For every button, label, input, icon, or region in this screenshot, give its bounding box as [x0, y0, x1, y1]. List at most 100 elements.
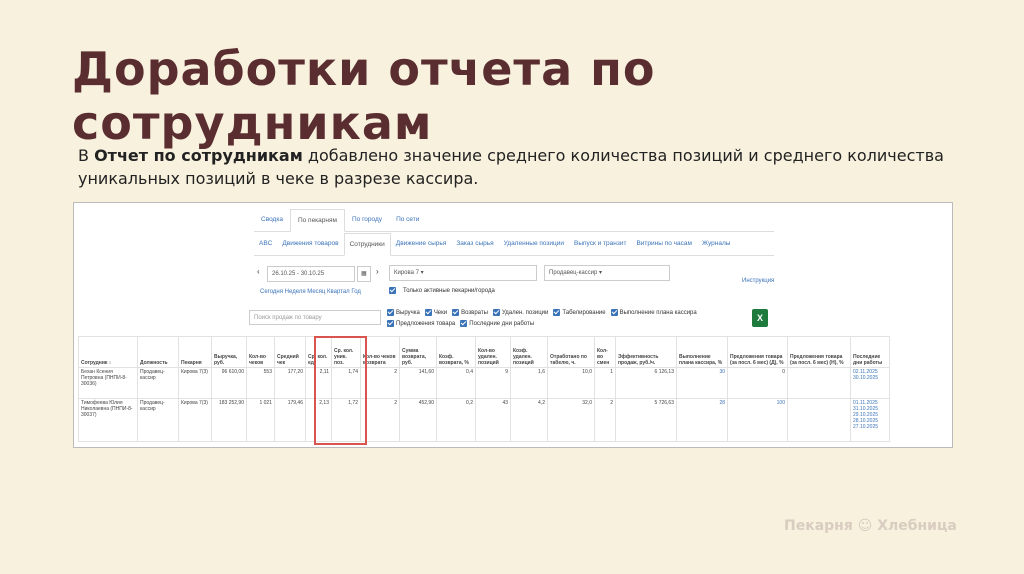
check-icon — [424, 309, 432, 316]
col-position: Должность — [137, 336, 179, 368]
cell-deleted-count: 43 — [475, 398, 511, 442]
cell-deleted-count: 9 — [475, 367, 511, 399]
cell-hours: 32,0 — [547, 398, 595, 442]
check-icon — [387, 320, 394, 327]
check-icon — [452, 309, 460, 316]
check-icon — [492, 309, 500, 316]
chevron-right-icon[interactable]: › — [376, 267, 379, 276]
tab-raw-order[interactable]: Заказ сырья — [451, 233, 498, 255]
tab-output-transit[interactable]: Выпуск и транзит — [569, 233, 631, 255]
checkbox-row-2: Предложения товара Последние дни работы — [387, 320, 534, 327]
check-returns[interactable]: Возвраты — [452, 309, 488, 316]
cell-bakery: Кирова 7(3) — [178, 398, 212, 442]
tab-showcases[interactable]: Витрины по часам — [631, 233, 697, 255]
nav-tabs-secondary: ABC Движения товаров Сотрудники Движение… — [254, 233, 774, 256]
cell-offers-n — [787, 367, 851, 399]
employees-report-table: Сотрудник ↕ Должность Пекарня Выручка, р… — [78, 336, 890, 442]
check-timesheet[interactable]: Табелирование — [553, 309, 606, 317]
tab-journals[interactable]: Журналы — [697, 233, 735, 255]
col-revenue: Выручка, руб. — [211, 336, 247, 368]
only-active-checkbox[interactable]: Только активные пекарни/города — [389, 287, 495, 294]
check-plan[interactable]: Выполнение плана кассира — [610, 309, 697, 317]
tab-employees[interactable]: Сотрудники — [343, 233, 391, 256]
check-label: Удален. позиции — [501, 310, 549, 317]
role-select[interactable]: Продавец-кассир ▾ — [544, 265, 670, 281]
check-label: Табелирование — [562, 310, 606, 317]
period-links[interactable]: Сегодня Неделя Месяц Квартал Год — [260, 289, 361, 295]
cell-plan[interactable]: 30 — [676, 367, 728, 399]
cell-hours: 10,0 — [547, 367, 595, 399]
cell-return-rate: 0,4 — [436, 367, 476, 399]
col-deleted-count: Кол-во удален. позиций — [475, 336, 511, 368]
tab-raw-movement[interactable]: Движение сырья — [391, 233, 452, 255]
chevron-left-icon[interactable]: ‹ — [257, 267, 260, 276]
check-label: Предложения товара — [396, 321, 456, 328]
cell-efficiency: 5 726,63 — [615, 398, 677, 442]
tab-goods-movement[interactable]: Движения товаров — [277, 233, 343, 255]
check-icon — [389, 287, 396, 294]
cell-receipts: 553 — [246, 367, 275, 399]
check-label: Чеки — [433, 310, 448, 317]
calendar-icon[interactable]: ▦ — [357, 266, 371, 282]
cell-return-sum: 452,90 — [399, 398, 437, 442]
desc-bold: Отчет по сотрудникам — [94, 146, 303, 165]
check-last-days[interactable]: Последние дни работы — [460, 320, 534, 327]
col-offers-n: Предложения товара (за посл. 6 мес) (Н),… — [787, 336, 851, 368]
col-last-days: Последние дни работы — [850, 336, 890, 368]
cell-last-days[interactable]: 01.11.2025 31.10.2025 29.10.2025 28.10.2… — [850, 398, 890, 442]
tab-deleted-positions[interactable]: Удаленные позиции — [499, 233, 569, 255]
check-icon — [610, 309, 618, 316]
tab-summary[interactable]: Сводка — [254, 209, 290, 231]
bakery-select[interactable]: Кирова 7 ▾ — [389, 265, 537, 281]
check-label: Выручка — [396, 310, 420, 317]
check-icon — [553, 309, 561, 316]
tab-abc[interactable]: ABC — [254, 233, 277, 255]
col-bakery: Пекарня — [178, 336, 212, 368]
col-receipts: Кол-во чеков — [246, 336, 275, 368]
cell-revenue: 183 252,90 — [211, 398, 247, 442]
cell-deleted-rate: 4,2 — [510, 398, 548, 442]
col-employee[interactable]: Сотрудник ↕ — [78, 336, 138, 368]
cell-return-rate: 0,2 — [436, 398, 476, 442]
cell-receipts: 1 021 — [246, 398, 275, 442]
cell-offers-n — [787, 398, 851, 442]
cell-position: Продавец-кассир — [137, 398, 179, 442]
only-active-label: Только активные пекарни/города — [403, 287, 495, 294]
cell-offers-d: 0 — [727, 367, 788, 399]
cell-offers-d[interactable]: 100 — [727, 398, 788, 442]
check-receipts[interactable]: Чеки — [424, 309, 448, 317]
search-products-input[interactable]: Поиск продаж по товару — [249, 310, 381, 325]
cell-last-days[interactable]: 02.11.2025 30.10.2025 — [850, 367, 890, 399]
slide-title: Доработки отчета по сотрудникам — [72, 42, 656, 150]
cell-shifts: 1 — [594, 367, 616, 399]
brand-logo: Пекарня ☺ Хлебница — [784, 518, 957, 534]
date-range-input[interactable]: 26.10.25 - 30.10.25 — [267, 266, 355, 282]
check-label: Выполнение плана кассира — [619, 310, 697, 317]
check-icon — [460, 320, 468, 327]
instruction-link[interactable]: Инструкция — [742, 278, 774, 284]
cell-return-sum: 141,60 — [399, 367, 437, 399]
tab-by-city[interactable]: По городу — [345, 209, 389, 231]
check-deleted[interactable]: Удален. позиции — [492, 309, 549, 317]
table-header-row: Сотрудник ↕ Должность Пекарня Выручка, р… — [78, 336, 890, 368]
cell-plan[interactable]: 28 — [676, 398, 728, 442]
slide-description: В Отчет по сотрудникам добавлено значени… — [78, 144, 958, 190]
check-revenue[interactable]: Выручка — [387, 309, 420, 316]
col-efficiency: Эффективность продаж, руб./ч. — [615, 336, 677, 368]
col-deleted-rate: Коэф. удален. позиций — [510, 336, 548, 368]
cell-employee: Тимофеева Юлия Николаевна (ПНПИ-8-30037) — [78, 398, 138, 442]
check-offers[interactable]: Предложения товара — [387, 320, 455, 327]
col-return-sum: Сумма возврата, руб. — [399, 336, 437, 368]
col-avg-receipt: Средний чек — [274, 336, 306, 368]
cell-efficiency: 6 126,13 — [615, 367, 677, 399]
excel-export-icon[interactable]: X — [752, 309, 768, 327]
tab-by-network[interactable]: По сети — [389, 209, 426, 231]
check-label: Возвраты — [461, 310, 488, 317]
cell-revenue: 96 610,00 — [211, 367, 247, 399]
highlight-frame — [314, 336, 367, 445]
tab-by-bakery[interactable]: По пекарням — [289, 209, 345, 232]
cell-bakery: Кирова 7(3) — [178, 367, 212, 399]
table-row: Тимофеева Юлия Николаевна (ПНПИ-8-30037)… — [78, 398, 890, 442]
col-plan: Выполнение плана кассира, % — [676, 336, 728, 368]
cell-deleted-rate: 1,6 — [510, 367, 548, 399]
